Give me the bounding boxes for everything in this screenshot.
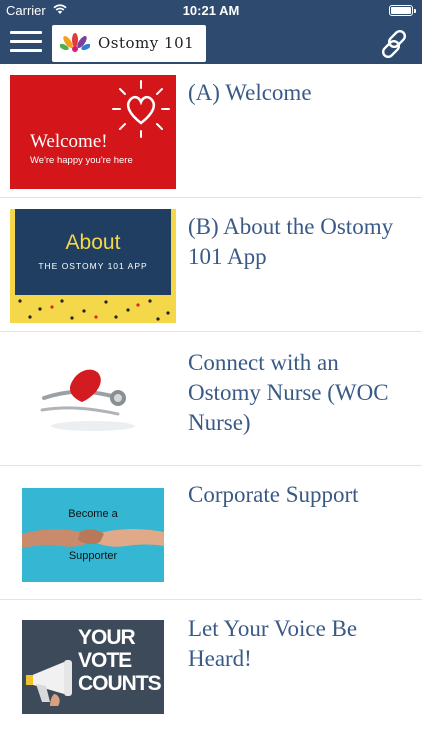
stethoscope-icon: [40, 369, 135, 431]
vote-thumb-line1: YOUR: [78, 626, 136, 649]
item-title: Connect with an Ostomy Nurse (WOC Nurse): [188, 350, 389, 435]
clock: 10:21 AM: [182, 3, 240, 18]
support-thumb-line2: Supporter: [68, 550, 118, 562]
support-thumb-line1: Become a: [68, 508, 118, 520]
about-thumbnail: About THE OSTOMY 101 APP: [10, 209, 176, 323]
topic-list: Welcome! We're happy you're here (A) Wel…: [0, 64, 422, 740]
link-icon[interactable]: [378, 28, 410, 60]
dotted-band: [10, 295, 176, 323]
list-item-connect-nurse[interactable]: Connect with an Ostomy Nurse (WOC Nurse): [0, 332, 422, 466]
item-title: (B) About the Ostomy 101 App: [188, 214, 394, 269]
vote-thumb-line2: VOTE: [78, 649, 132, 672]
handshake-icon: [22, 529, 164, 548]
item-title: Let Your Voice Be Heard!: [188, 616, 358, 671]
about-thumb-subtitle: THE OSTOMY 101 APP: [38, 261, 148, 271]
item-title: (A) Welcome: [188, 80, 312, 105]
list-item-your-voice[interactable]: YOUR VOTE COUNTS Let Your Voice Be Heard…: [0, 600, 422, 740]
list-item-corporate-support[interactable]: Become a Supporter Corporate Support: [0, 466, 422, 600]
status-bar: Carrier 10:21 AM: [0, 0, 422, 22]
your-vote-counts-thumbnail: YOUR VOTE COUNTS: [22, 620, 164, 714]
welcome-thumb-heading: Welcome!: [30, 131, 108, 152]
app-title: Ostomy 101: [98, 34, 195, 52]
navigation-bar: Carrier 10:21 AM Ostomy 101: [0, 0, 422, 64]
become-supporter-thumbnail: Become a Supporter: [22, 488, 164, 582]
megaphone-icon: [26, 660, 72, 706]
app-logo: Ostomy 101: [52, 25, 206, 62]
welcome-thumb-subtitle: We're happy you're here: [30, 155, 133, 166]
heart-icon: [112, 80, 170, 138]
menu-icon[interactable]: [10, 31, 42, 53]
vote-thumb-line3: COUNTS: [78, 672, 162, 695]
list-item-about[interactable]: About THE OSTOMY 101 APP (B) About the O…: [0, 198, 422, 332]
stethoscope-heart-thumbnail: [38, 350, 148, 448]
list-item-welcome[interactable]: Welcome! We're happy you're here (A) Wel…: [0, 64, 422, 198]
item-title: Corporate Support: [188, 482, 359, 507]
flower-logo-icon: [60, 33, 90, 52]
battery-icon: [389, 5, 416, 16]
about-thumb-heading: About: [65, 231, 121, 254]
welcome-thumbnail: Welcome! We're happy you're here: [10, 75, 176, 189]
